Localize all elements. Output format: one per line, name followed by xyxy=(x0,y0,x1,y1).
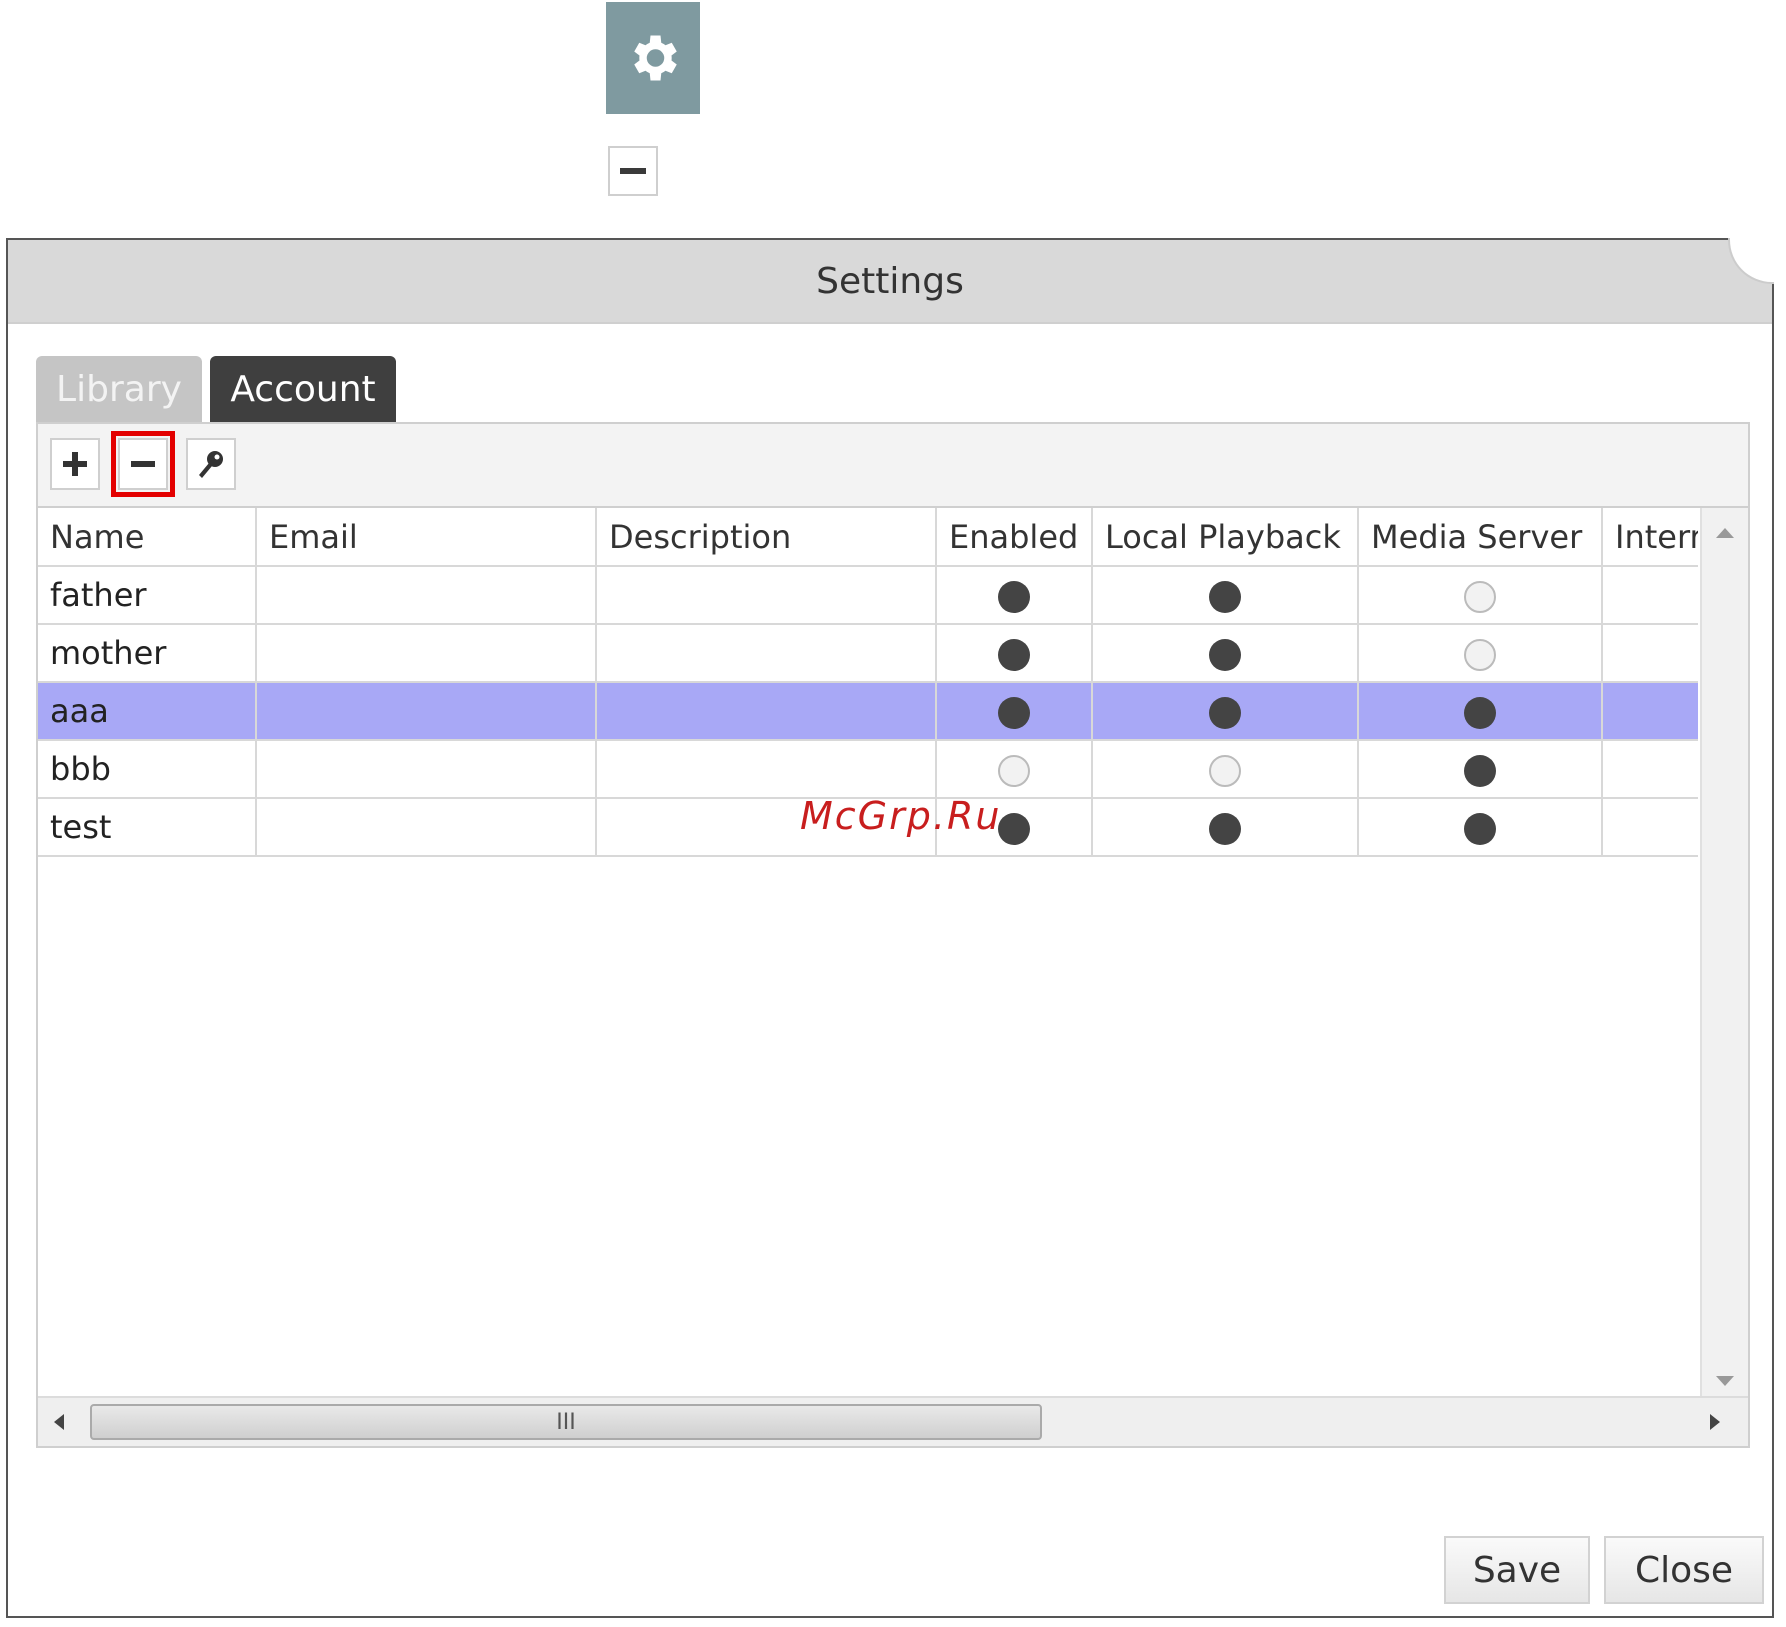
cell-media-server xyxy=(1358,682,1603,741)
scroll-right-icon[interactable] xyxy=(1710,1414,1720,1430)
save-button-label: Save xyxy=(1472,1549,1562,1591)
cell-local-playback xyxy=(1092,566,1359,625)
cell-description xyxy=(596,624,937,683)
cell-media-server xyxy=(1358,566,1603,625)
cell-name: test xyxy=(38,798,257,857)
scroll-up-icon[interactable] xyxy=(1716,528,1734,538)
close-button-label: Close xyxy=(1634,1549,1734,1591)
column-header-enabled[interactable]: Enabled xyxy=(936,508,1093,567)
column-header-local-playback[interactable]: Local Playback xyxy=(1092,508,1359,567)
radio-on-icon[interactable] xyxy=(1209,581,1241,613)
dialog-title: Settings xyxy=(816,260,964,302)
cell-description xyxy=(596,740,937,799)
cell-description xyxy=(596,566,937,625)
radio-on-icon[interactable] xyxy=(1209,639,1241,671)
cell-email xyxy=(256,566,597,625)
horizontal-scrollbar[interactable]: III xyxy=(38,1396,1748,1446)
key-icon xyxy=(199,451,223,478)
remove-user-button[interactable] xyxy=(111,431,175,497)
radio-on-icon[interactable] xyxy=(998,581,1030,613)
radio-off-icon[interactable] xyxy=(998,755,1030,787)
cell-enabled xyxy=(936,624,1093,683)
cell-description xyxy=(596,682,937,741)
radio-off-icon[interactable] xyxy=(1209,755,1241,787)
radio-on-icon[interactable] xyxy=(998,697,1030,729)
edit-password-button[interactable] xyxy=(186,438,236,490)
cell-media-server xyxy=(1358,798,1603,857)
cell-email xyxy=(256,624,597,683)
top-minus-button[interactable] xyxy=(608,146,658,196)
cell-name: bbb xyxy=(38,740,257,799)
cell-email xyxy=(256,740,597,799)
cell-internet xyxy=(1602,682,1698,741)
column-header-media-server[interactable]: Media Server xyxy=(1358,508,1603,567)
column-header-email[interactable]: Email xyxy=(256,508,597,567)
scroll-grip: III xyxy=(556,1409,576,1435)
radio-on-icon[interactable] xyxy=(1209,813,1241,845)
cell-enabled xyxy=(936,566,1093,625)
cell-email xyxy=(256,682,597,741)
table-row[interactable]: bbb xyxy=(38,740,1698,799)
cell-enabled xyxy=(936,740,1093,799)
vertical-scrollbar[interactable] xyxy=(1700,508,1748,1398)
accounts-grid: Name Email Description Enabled Local Pla… xyxy=(38,508,1698,1398)
radio-off-icon[interactable] xyxy=(1464,581,1496,613)
cell-enabled xyxy=(936,682,1093,741)
settings-gear-button[interactable] xyxy=(606,2,700,114)
cell-internet xyxy=(1602,798,1698,857)
minus-icon xyxy=(131,461,155,467)
account-toolbar xyxy=(38,424,1748,508)
add-user-button[interactable] xyxy=(50,438,100,490)
cell-name: mother xyxy=(38,624,257,683)
close-button[interactable]: Close xyxy=(1604,1536,1764,1604)
tab-account[interactable]: Account xyxy=(210,356,396,422)
gear-icon xyxy=(634,35,677,81)
plus-icon xyxy=(63,452,87,476)
column-header-name[interactable]: Name xyxy=(38,508,257,567)
save-button[interactable]: Save xyxy=(1444,1536,1590,1604)
column-header-description[interactable]: Description xyxy=(596,508,937,567)
cell-name: aaa xyxy=(38,682,257,741)
tab-library[interactable]: Library xyxy=(36,356,202,422)
column-header-internet[interactable]: Interr xyxy=(1602,508,1698,567)
tab-account-label: Account xyxy=(230,368,376,410)
radio-off-icon[interactable] xyxy=(1464,639,1496,671)
cell-local-playback xyxy=(1092,682,1359,741)
horizontal-scroll-thumb[interactable]: III xyxy=(90,1404,1042,1440)
tab-library-label: Library xyxy=(56,368,182,410)
minus-icon xyxy=(620,168,646,174)
radio-on-icon[interactable] xyxy=(1209,697,1241,729)
radio-on-icon[interactable] xyxy=(998,639,1030,671)
cell-media-server xyxy=(1358,740,1603,799)
radio-on-icon[interactable] xyxy=(1464,755,1496,787)
table-header: Name Email Description Enabled Local Pla… xyxy=(38,508,1698,567)
cell-email xyxy=(256,798,597,857)
radio-on-icon[interactable] xyxy=(1464,697,1496,729)
dialog-titlebar[interactable]: Settings xyxy=(8,240,1772,324)
table-row[interactable]: mother xyxy=(38,624,1698,683)
cell-local-playback xyxy=(1092,740,1359,799)
cell-local-playback xyxy=(1092,624,1359,683)
cell-local-playback xyxy=(1092,798,1359,857)
cell-internet xyxy=(1602,740,1698,799)
cell-name: father xyxy=(38,566,257,625)
scroll-left-icon[interactable] xyxy=(54,1414,64,1430)
radio-on-icon[interactable] xyxy=(998,813,1030,845)
table-row[interactable]: father xyxy=(38,566,1698,625)
account-panel: Name Email Description Enabled Local Pla… xyxy=(36,422,1750,1448)
cell-internet xyxy=(1602,624,1698,683)
settings-dialog: Settings Library Account Name Email Desc… xyxy=(6,238,1774,1618)
scroll-down-icon[interactable] xyxy=(1716,1376,1734,1386)
table-row[interactable]: aaa xyxy=(38,682,1698,741)
cell-internet xyxy=(1602,566,1698,625)
radio-on-icon[interactable] xyxy=(1464,813,1496,845)
watermark-text: McGrp.Ru xyxy=(800,794,1002,838)
cell-media-server xyxy=(1358,624,1603,683)
